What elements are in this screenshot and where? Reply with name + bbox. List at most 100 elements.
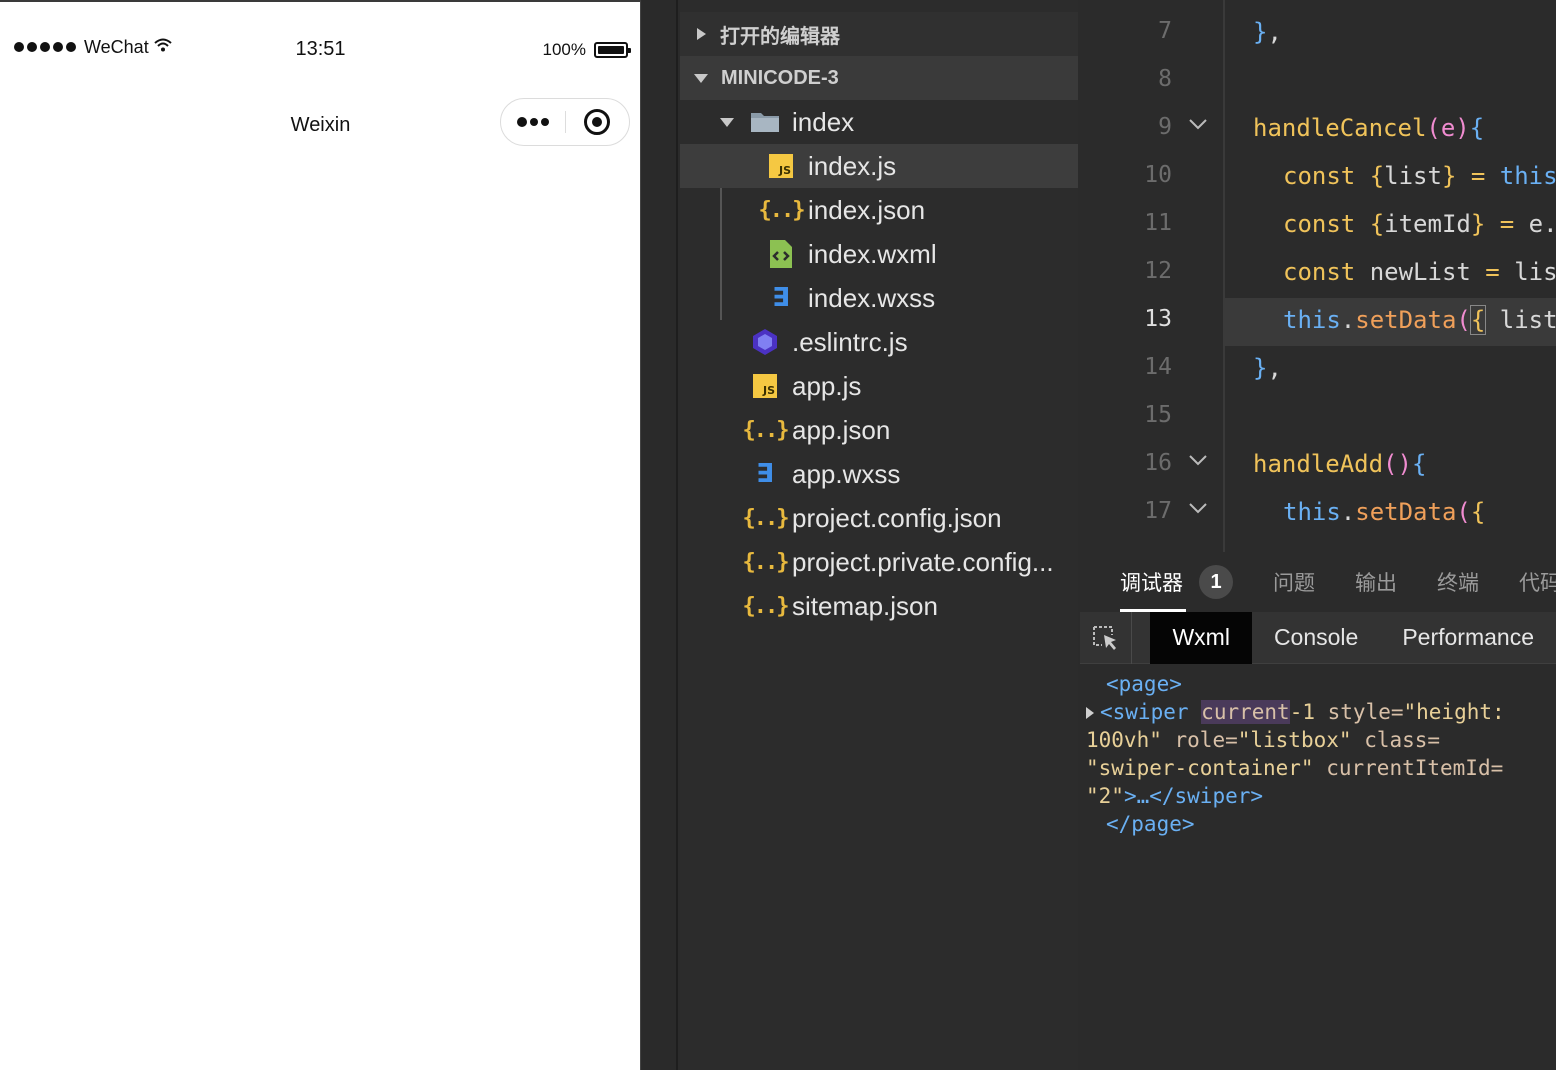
file-explorer: 打开的编辑器 MINICODE-3 index JS index.js {..}… [680, 0, 1078, 1070]
chevron-down-icon [694, 73, 708, 83]
tree-file[interactable]: ∃ app.wxss [680, 452, 1078, 496]
tree-file[interactable]: {..} app.json [680, 408, 1078, 452]
line-number: 17 [1144, 498, 1172, 524]
js-icon: JS [769, 154, 793, 178]
expand-triangle-icon[interactable] [1086, 707, 1094, 719]
menu-capsule [500, 98, 630, 146]
json-icon: {..} [758, 197, 806, 223]
attr-name: role= [1174, 728, 1238, 752]
battery-icon [594, 42, 631, 58]
file-name: sitemap.json [792, 590, 938, 621]
file-name: .eslintrc.js [792, 326, 908, 357]
open-editors-section[interactable]: 打开的编辑器 [680, 12, 1078, 56]
json-icon: {..} [742, 505, 790, 531]
chevron-right-icon [697, 28, 706, 40]
file-name: app.js [792, 370, 862, 401]
attr-value: "listbox" [1237, 728, 1352, 752]
inspect-element-icon[interactable] [1080, 611, 1133, 664]
tree-file[interactable]: .eslintrc.js [680, 320, 1078, 364]
code-line: }, [1253, 18, 1282, 46]
simulator-phone: WeChat 13:51 100% Weixin [0, 0, 641, 1070]
battery-percent: 100% [542, 40, 586, 59]
close-miniprogram-button[interactable] [566, 99, 630, 145]
code-line: }, [1253, 354, 1282, 382]
tab-wxml[interactable]: Wxml [1150, 611, 1252, 664]
tree-file[interactable]: JS index.js [680, 144, 1078, 188]
tab-performance[interactable]: Performance [1380, 612, 1556, 664]
chevron-down-icon [720, 117, 734, 127]
code-line: const {itemId} = e. [1283, 210, 1556, 238]
line-number: 16 [1144, 450, 1172, 476]
tree-file[interactable]: {..} index.json [680, 188, 1078, 232]
tab-console[interactable]: Console [1252, 612, 1380, 664]
file-name: index.wxml [808, 238, 937, 269]
line-number: 15 [1144, 402, 1172, 428]
wxml-tree[interactable]: <page> <swiper current-1 style="height: … [1086, 670, 1552, 838]
json-icon: {..} [742, 593, 790, 619]
css-icon: ∃ [756, 459, 774, 489]
fold-chevron-icon[interactable] [1188, 117, 1208, 131]
swiper-tag[interactable]: <swiper [1100, 700, 1189, 724]
attr-name: class= [1364, 728, 1441, 752]
file-name: app.json [792, 414, 891, 445]
more-options-button[interactable] [501, 99, 565, 145]
tab-terminal[interactable]: 终端 [1417, 552, 1499, 612]
devtools-tabs: Wxml Console Performance [1080, 611, 1556, 664]
attr-name: style= [1327, 700, 1404, 724]
line-number: 11 [1144, 210, 1172, 236]
attr-value: "2" [1086, 784, 1124, 808]
file-name: app.wxss [792, 458, 901, 489]
fold-chevron-icon[interactable] [1188, 501, 1208, 515]
page-close-tag[interactable]: </page> [1106, 812, 1195, 836]
close-circle-icon [584, 109, 611, 135]
line-number: 7 [1158, 18, 1172, 44]
file-name: project.private.config... [792, 546, 1054, 577]
tab-debugger[interactable]: 调试器 1 [1080, 552, 1253, 612]
file-name: index.js [808, 150, 897, 181]
js-icon: JS [753, 374, 777, 398]
attr-value: -1 [1289, 700, 1315, 724]
code-line: this.setData({ list [1283, 305, 1556, 335]
folder-name: index [792, 106, 855, 137]
tree-file[interactable]: JS app.js [680, 364, 1078, 408]
file-name: index.json [808, 194, 926, 225]
code-line: const newList = lis [1283, 258, 1556, 286]
code-line: const {list} = this [1283, 162, 1556, 190]
debugger-badge: 1 [1199, 565, 1233, 599]
tab-output[interactable]: 输出 [1335, 552, 1417, 612]
project-section[interactable]: MINICODE-3 [680, 56, 1078, 100]
line-number: 9 [1158, 114, 1172, 140]
line-number: 10 [1144, 162, 1172, 188]
code-line: handleAdd(){ [1253, 450, 1427, 478]
file-name: index.wxss [808, 282, 936, 313]
page-open-tag[interactable]: <page> [1106, 672, 1182, 696]
css-icon: ∃ [772, 283, 790, 313]
code-line: handleCancel(e){ [1253, 114, 1485, 142]
tree-file[interactable]: {..} project.private.config... [680, 540, 1078, 584]
attr-name: current [1201, 700, 1290, 724]
line-number: 8 [1158, 66, 1172, 92]
tree-file[interactable]: ∃ index.wxss [680, 276, 1078, 320]
debugger-panel: 调试器 1 问题 输出 终端 代码 Wxml Console Performan… [1080, 552, 1556, 1070]
folder-icon [750, 107, 780, 137]
panel-divider[interactable] [642, 0, 678, 1070]
line-number: 12 [1144, 258, 1172, 284]
tree-file[interactable]: {..} project.config.json [680, 496, 1078, 540]
project-label: MINICODE-3 [721, 66, 839, 89]
panel-tabs: 调试器 1 问题 输出 终端 代码 [1080, 552, 1556, 612]
swiper-close-tag: >…</swiper> [1123, 784, 1264, 808]
tree-file[interactable]: {..} sitemap.json [680, 584, 1078, 628]
wxml-icon [766, 239, 796, 269]
tree-file[interactable]: index.wxml [680, 232, 1078, 276]
json-icon: {..} [742, 549, 790, 575]
line-number: 14 [1144, 354, 1172, 380]
eslint-icon [750, 327, 780, 357]
battery-status: 100% [542, 40, 631, 60]
tree-folder-index[interactable]: index [680, 100, 1078, 144]
fold-chevron-icon[interactable] [1188, 453, 1208, 467]
tab-code[interactable]: 代码 [1499, 552, 1556, 612]
code-editor[interactable]: 7 8 9 10 11 12 13 14 15 16 17 }, handleC… [1080, 0, 1556, 552]
open-editors-label: 打开的编辑器 [720, 25, 840, 48]
code-line: this.setData({ [1283, 498, 1486, 526]
tab-problems[interactable]: 问题 [1253, 552, 1335, 612]
